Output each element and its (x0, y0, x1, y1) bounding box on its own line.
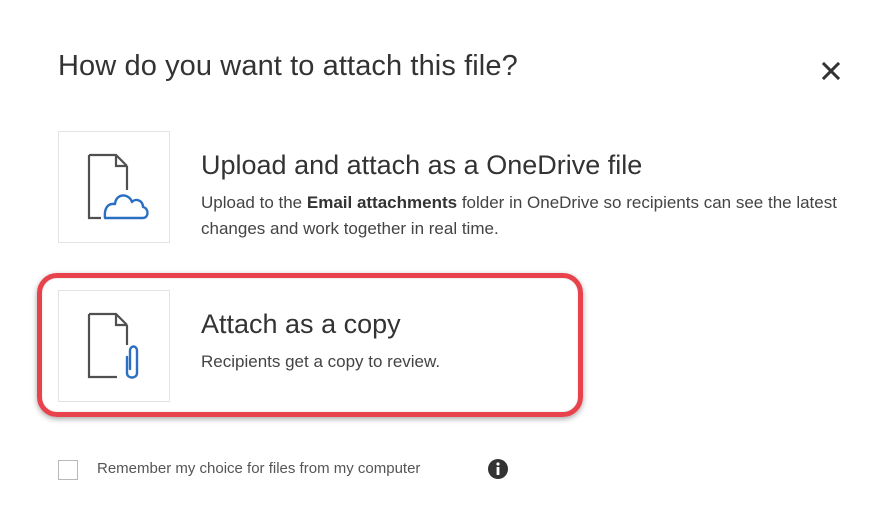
remember-choice-label: Remember my choice for files from my com… (97, 460, 421, 477)
option-title: Attach as a copy (201, 309, 401, 339)
option-icon-box (58, 131, 170, 243)
email-attachments-folder: Email attachments (306, 193, 458, 212)
close-button[interactable] (818, 58, 844, 84)
file-cloud-icon (87, 153, 149, 220)
option-description: Upload to the Email attachments folder i… (201, 190, 861, 242)
file-paperclip-icon (87, 312, 139, 379)
remember-choice-checkbox[interactable] (58, 460, 78, 480)
option-description: Recipients get a copy to review. (201, 352, 441, 371)
dialog-title: How do you want to attach this file? (58, 50, 518, 82)
info-icon-button[interactable] (487, 458, 509, 480)
info-icon (488, 459, 508, 479)
option-description-prefix: Upload to the (201, 193, 307, 212)
close-icon (821, 61, 841, 81)
option-attach-copy[interactable]: Attach as a copy Recipients get a copy t… (58, 290, 858, 402)
option-title: Upload and attach as a OneDrive file (201, 150, 643, 180)
attach-file-dialog: How do you want to attach this file? Upl… (0, 0, 892, 519)
option-icon-box (58, 290, 170, 402)
option-upload-onedrive[interactable]: Upload and attach as a OneDrive file Upl… (58, 131, 858, 243)
